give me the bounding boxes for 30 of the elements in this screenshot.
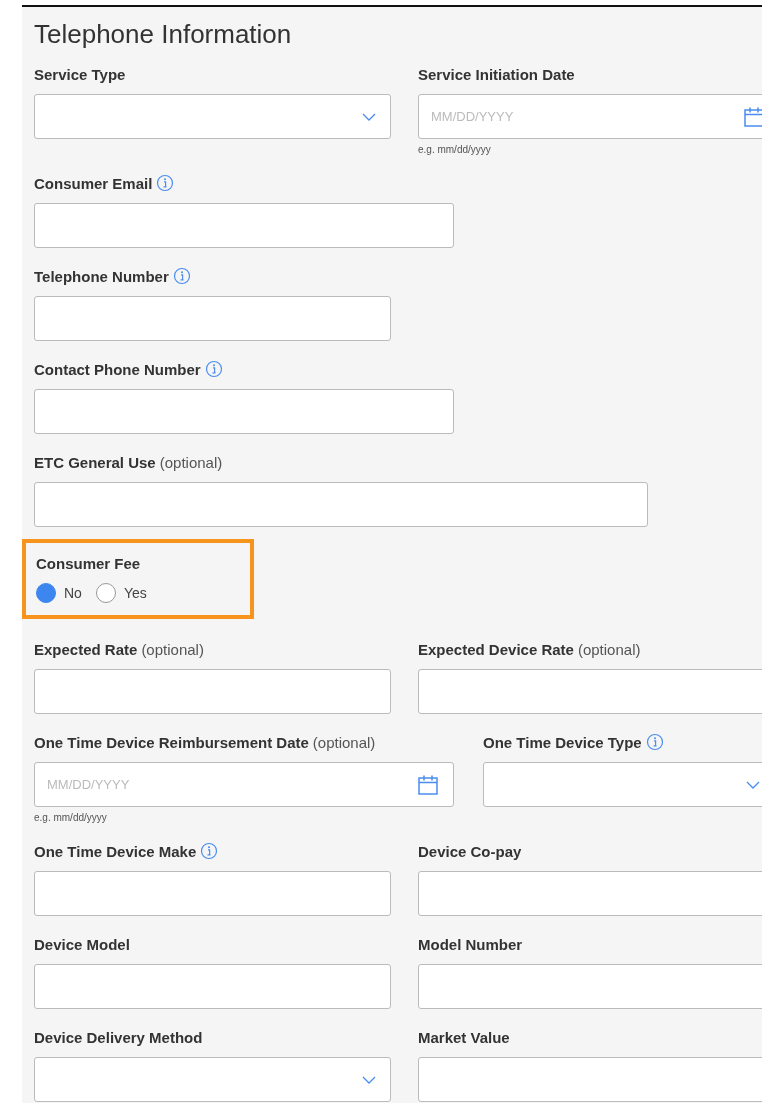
optional-note: (optional) bbox=[141, 640, 204, 658]
field-label: Expected Rate bbox=[34, 640, 138, 658]
option-label: No bbox=[64, 585, 82, 601]
date-field[interactable]: MM/DD/YYYY bbox=[34, 762, 454, 807]
field-label: Expected Device Rate bbox=[418, 640, 574, 658]
field-label: Telephone Number bbox=[34, 267, 169, 285]
field-label: One Time Device Make bbox=[34, 842, 197, 860]
field-label: Contact Phone Number bbox=[34, 360, 201, 378]
hint-text: e.g. mm/dd/yyyy bbox=[34, 812, 108, 823]
section-title: Telephone Information bbox=[34, 19, 293, 50]
field-label: Device Co-pay bbox=[418, 842, 522, 860]
field-label: Service Initiation Date bbox=[418, 65, 575, 83]
hint-text: e.g. mm/dd/yyyy bbox=[418, 144, 492, 155]
field-label: ETC General Use bbox=[34, 453, 156, 471]
field-label: One Time Device Type bbox=[483, 733, 642, 751]
optional-note: (optional) bbox=[312, 733, 376, 751]
optional-note: (optional) bbox=[159, 453, 223, 471]
optional-note: (optional) bbox=[577, 640, 641, 658]
field-label: Model Number bbox=[418, 935, 523, 953]
field-label: Market Value bbox=[418, 1028, 510, 1046]
field-label: Service Type bbox=[34, 65, 126, 83]
placeholder-text: MM/DD/YYYY bbox=[431, 109, 514, 124]
field-label: Consumer Email bbox=[34, 174, 153, 192]
placeholder-text: MM/DD/YYYY bbox=[47, 777, 130, 792]
option-label: Yes bbox=[123, 585, 147, 601]
field-label: Device Delivery Method bbox=[34, 1028, 203, 1046]
field-label: Device Model bbox=[34, 935, 130, 953]
field-label: One Time Device Reimbursement Date bbox=[34, 733, 309, 751]
date-field[interactable]: MM/DD/YYYY bbox=[418, 94, 762, 139]
field-label: Consumer Fee bbox=[36, 554, 141, 572]
